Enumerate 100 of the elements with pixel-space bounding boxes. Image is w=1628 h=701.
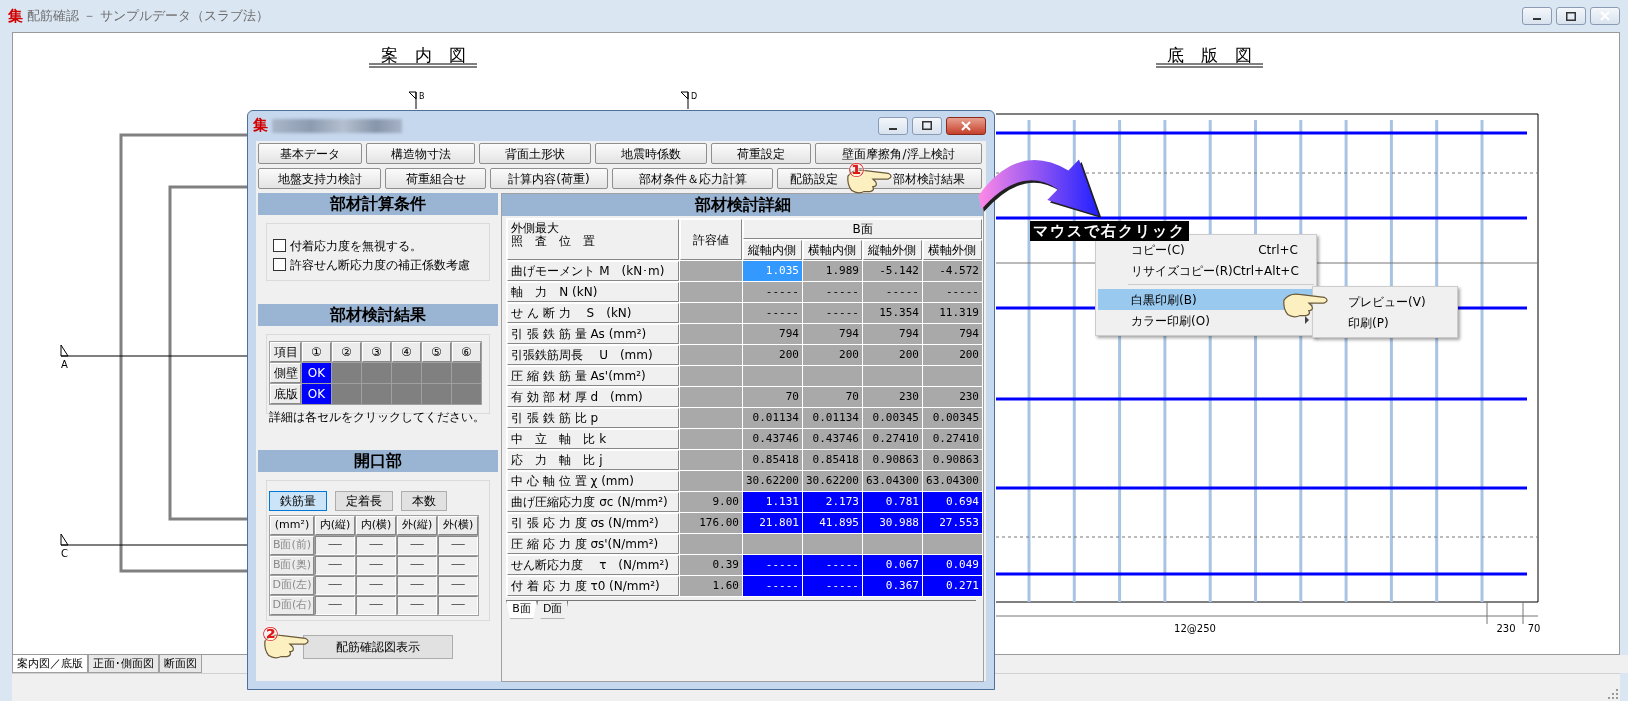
- toolbar-button[interactable]: 地震時係数: [595, 143, 707, 164]
- value-cell[interactable]: 2.173: [802, 492, 862, 512]
- value-cell[interactable]: 15.354: [862, 303, 922, 323]
- value-cell[interactable]: 0.694: [922, 492, 982, 512]
- value-cell[interactable]: -----: [743, 555, 802, 575]
- toolbar-button[interactable]: 部材条件＆応力計算: [612, 168, 773, 189]
- value-cell[interactable]: 0.43746: [743, 429, 802, 449]
- table-cell[interactable]: ──: [315, 556, 355, 575]
- sheet-tab[interactable]: B面: [506, 601, 537, 619]
- value-cell[interactable]: 0.367: [862, 576, 922, 596]
- result-cell[interactable]: [362, 363, 391, 383]
- value-cell[interactable]: 41.895: [802, 513, 862, 533]
- value-cell[interactable]: 0.85418: [802, 450, 862, 470]
- grid-header[interactable]: ⑥: [452, 342, 481, 362]
- table-cell[interactable]: ──: [397, 596, 437, 615]
- value-cell[interactable]: 0.85418: [743, 450, 802, 470]
- menu-item[interactable]: コピー(C) Ctrl+C: [1098, 239, 1314, 260]
- tab-button[interactable]: 鉄筋量: [269, 491, 327, 511]
- value-cell[interactable]: 230: [862, 387, 922, 407]
- value-cell[interactable]: 794: [862, 324, 922, 344]
- result-cell[interactable]: OK: [302, 384, 331, 404]
- result-cell[interactable]: OK: [302, 363, 331, 383]
- table-cell[interactable]: ──: [438, 556, 478, 575]
- tab-button[interactable]: 本数: [401, 491, 447, 511]
- value-cell[interactable]: -----: [743, 282, 802, 302]
- value-cell[interactable]: 30.62200: [743, 471, 802, 491]
- table-cell[interactable]: ──: [356, 556, 396, 575]
- value-cell[interactable]: -----: [743, 576, 802, 596]
- grid-header[interactable]: ④: [392, 342, 421, 362]
- toolbar-button[interactable]: 壁面摩擦角/浮上検討: [815, 143, 982, 164]
- grid-header[interactable]: ②: [332, 342, 361, 362]
- minimize-button[interactable]: [1522, 7, 1552, 25]
- toolbar-button[interactable]: 地盤支持力検討: [258, 168, 381, 189]
- value-cell[interactable]: -----: [922, 282, 982, 302]
- toolbar-button[interactable]: 基本データ: [258, 143, 362, 164]
- toolbar-button[interactable]: 計算内容(荷重): [490, 168, 608, 189]
- value-cell[interactable]: 230: [922, 387, 982, 407]
- value-cell[interactable]: 0.27410: [922, 429, 982, 449]
- table-cell[interactable]: ──: [315, 536, 355, 555]
- grid-header[interactable]: ③: [362, 342, 391, 362]
- checkbox[interactable]: [273, 258, 286, 271]
- menu-item[interactable]: 印刷(P): [1315, 312, 1455, 333]
- value-cell[interactable]: -----: [802, 303, 862, 323]
- value-cell[interactable]: -4.572: [922, 261, 982, 281]
- result-cell[interactable]: [332, 384, 361, 404]
- table-cell[interactable]: ──: [397, 536, 437, 555]
- result-cell[interactable]: [452, 384, 481, 404]
- value-cell[interactable]: 63.04300: [922, 471, 982, 491]
- table-cell[interactable]: ──: [397, 576, 437, 595]
- value-cell[interactable]: 0.90863: [862, 450, 922, 470]
- value-cell[interactable]: 0.049: [922, 555, 982, 575]
- value-cell[interactable]: -----: [802, 576, 862, 596]
- value-cell[interactable]: 0.90863: [922, 450, 982, 470]
- value-cell[interactable]: 794: [922, 324, 982, 344]
- sheet-tab[interactable]: 断面図: [159, 655, 202, 673]
- value-cell[interactable]: 70: [802, 387, 862, 407]
- value-cell[interactable]: 0.00345: [922, 408, 982, 428]
- show-drawing-button[interactable]: 配筋確認図表示: [303, 635, 454, 659]
- table-cell[interactable]: ──: [356, 576, 396, 595]
- value-cell[interactable]: 27.553: [922, 513, 982, 533]
- value-cell[interactable]: 200: [802, 345, 862, 365]
- value-cell[interactable]: 0.43746: [802, 429, 862, 449]
- value-cell[interactable]: 1.989: [802, 261, 862, 281]
- result-cell[interactable]: [422, 363, 451, 383]
- sheet-tab[interactable]: D面: [536, 601, 569, 619]
- value-cell[interactable]: 200: [743, 345, 802, 365]
- table-cell[interactable]: ──: [356, 536, 396, 555]
- table-cell[interactable]: ──: [438, 596, 478, 615]
- value-cell[interactable]: 30.988: [862, 513, 922, 533]
- result-cell[interactable]: [362, 384, 391, 404]
- close-button[interactable]: [946, 116, 986, 135]
- value-cell[interactable]: 0.01134: [743, 408, 802, 428]
- grid-header[interactable]: 項目: [270, 342, 301, 362]
- value-cell[interactable]: -----: [802, 282, 862, 302]
- toolbar-button[interactable]: 背面土形状: [479, 143, 591, 164]
- value-cell[interactable]: 63.04300: [862, 471, 922, 491]
- value-cell[interactable]: 200: [862, 345, 922, 365]
- table-cell[interactable]: ──: [315, 596, 355, 615]
- table-cell[interactable]: ──: [356, 596, 396, 615]
- value-cell[interactable]: 200: [922, 345, 982, 365]
- value-cell[interactable]: -----: [862, 282, 922, 302]
- toolbar-button[interactable]: 荷重設定: [711, 143, 811, 164]
- result-cell[interactable]: [452, 363, 481, 383]
- value-cell[interactable]: 11.319: [922, 303, 982, 323]
- result-cell[interactable]: [392, 384, 421, 404]
- value-cell[interactable]: 794: [802, 324, 862, 344]
- table-cell[interactable]: ──: [315, 576, 355, 595]
- value-cell[interactable]: -----: [743, 303, 802, 323]
- value-cell[interactable]: 0.00345: [862, 408, 922, 428]
- value-cell[interactable]: 0.271: [922, 576, 982, 596]
- sheet-tab[interactable]: 案内図／底版: [12, 655, 88, 673]
- maximize-button[interactable]: [912, 116, 942, 135]
- resize-grip[interactable]: [1608, 689, 1618, 699]
- result-cell[interactable]: [332, 363, 361, 383]
- value-cell[interactable]: 70: [743, 387, 802, 407]
- value-cell[interactable]: 30.62200: [802, 471, 862, 491]
- result-cell[interactable]: [422, 384, 451, 404]
- minimize-button[interactable]: [878, 116, 908, 135]
- value-cell[interactable]: 21.801: [743, 513, 802, 533]
- value-cell[interactable]: -5.142: [862, 261, 922, 281]
